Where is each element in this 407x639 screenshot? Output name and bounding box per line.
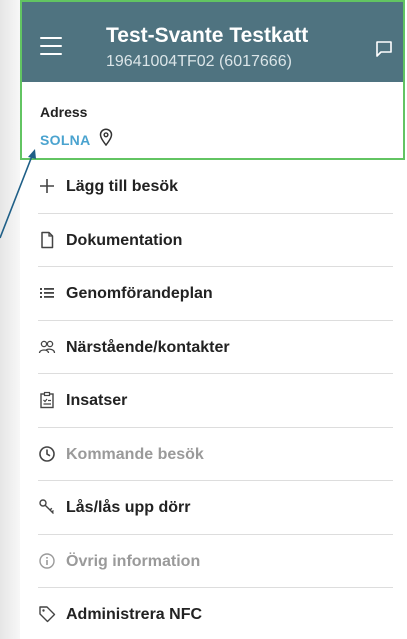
chat-icon[interactable]: [375, 40, 393, 58]
menu-item-label: Dokumentation: [66, 231, 183, 249]
document-icon: [41, 231, 54, 248]
menu-item-services[interactable]: Insatser: [20, 374, 405, 428]
address-link[interactable]: SOLNA: [40, 132, 91, 148]
clipboard-icon: [40, 391, 54, 409]
tag-icon: [39, 606, 56, 623]
key-icon: [39, 499, 54, 514]
info-icon: [39, 552, 55, 569]
clock-icon: [39, 445, 55, 462]
menu-item-label: Lås/lås upp dörr: [66, 499, 191, 516]
client-name-title: Test-Svante Testkatt: [106, 24, 309, 47]
menu-item-label: Kommande besök: [66, 445, 204, 463]
menu-item-upcoming-visits[interactable]: Kommande besök: [20, 428, 405, 481]
menu-item-label: Övrig information: [66, 552, 201, 570]
plus-icon: [40, 179, 54, 193]
menu-item-label: Administrera NFC: [66, 606, 203, 623]
menu-item-contacts[interactable]: Närstående/kontakter: [20, 321, 405, 374]
contacts-icon: [38, 340, 56, 353]
address-label: Adress: [40, 104, 88, 120]
menu-item-label: Insatser: [66, 392, 128, 409]
menu-item-label: Genomförandeplan: [66, 285, 213, 302]
menu-item-other-info[interactable]: Övrig information: [20, 535, 405, 588]
address-section: Adress SOLNA: [20, 82, 405, 160]
menu-item-add-visit[interactable]: Lägg till besök: [20, 160, 405, 214]
menu-item-manage-nfc[interactable]: Administrera NFC: [20, 588, 405, 639]
menu-item-label: Närstående/kontakter: [66, 338, 230, 356]
menu-item-care-plan[interactable]: Genomförandeplan: [20, 267, 405, 321]
left-backdrop: [0, 0, 20, 639]
client-id-subtitle: 19641004TF02 (6017666): [106, 53, 292, 70]
list-icon: [40, 288, 54, 298]
hamburger-menu-icon[interactable]: [40, 37, 62, 55]
client-panel: Test-Svante Testkatt 19641004TF02 (60176…: [20, 0, 407, 639]
app-bar: Test-Svante Testkatt 19641004TF02 (60176…: [20, 0, 405, 82]
menu-item-label: Lägg till besök: [66, 178, 179, 195]
location-pin-icon[interactable]: [98, 128, 114, 146]
menu-item-lock-door[interactable]: Lås/lås upp dörr: [20, 481, 405, 535]
action-menu: Lägg till besök Dokumentation Genomföran…: [20, 160, 405, 639]
menu-item-documentation[interactable]: Dokumentation: [20, 214, 405, 267]
